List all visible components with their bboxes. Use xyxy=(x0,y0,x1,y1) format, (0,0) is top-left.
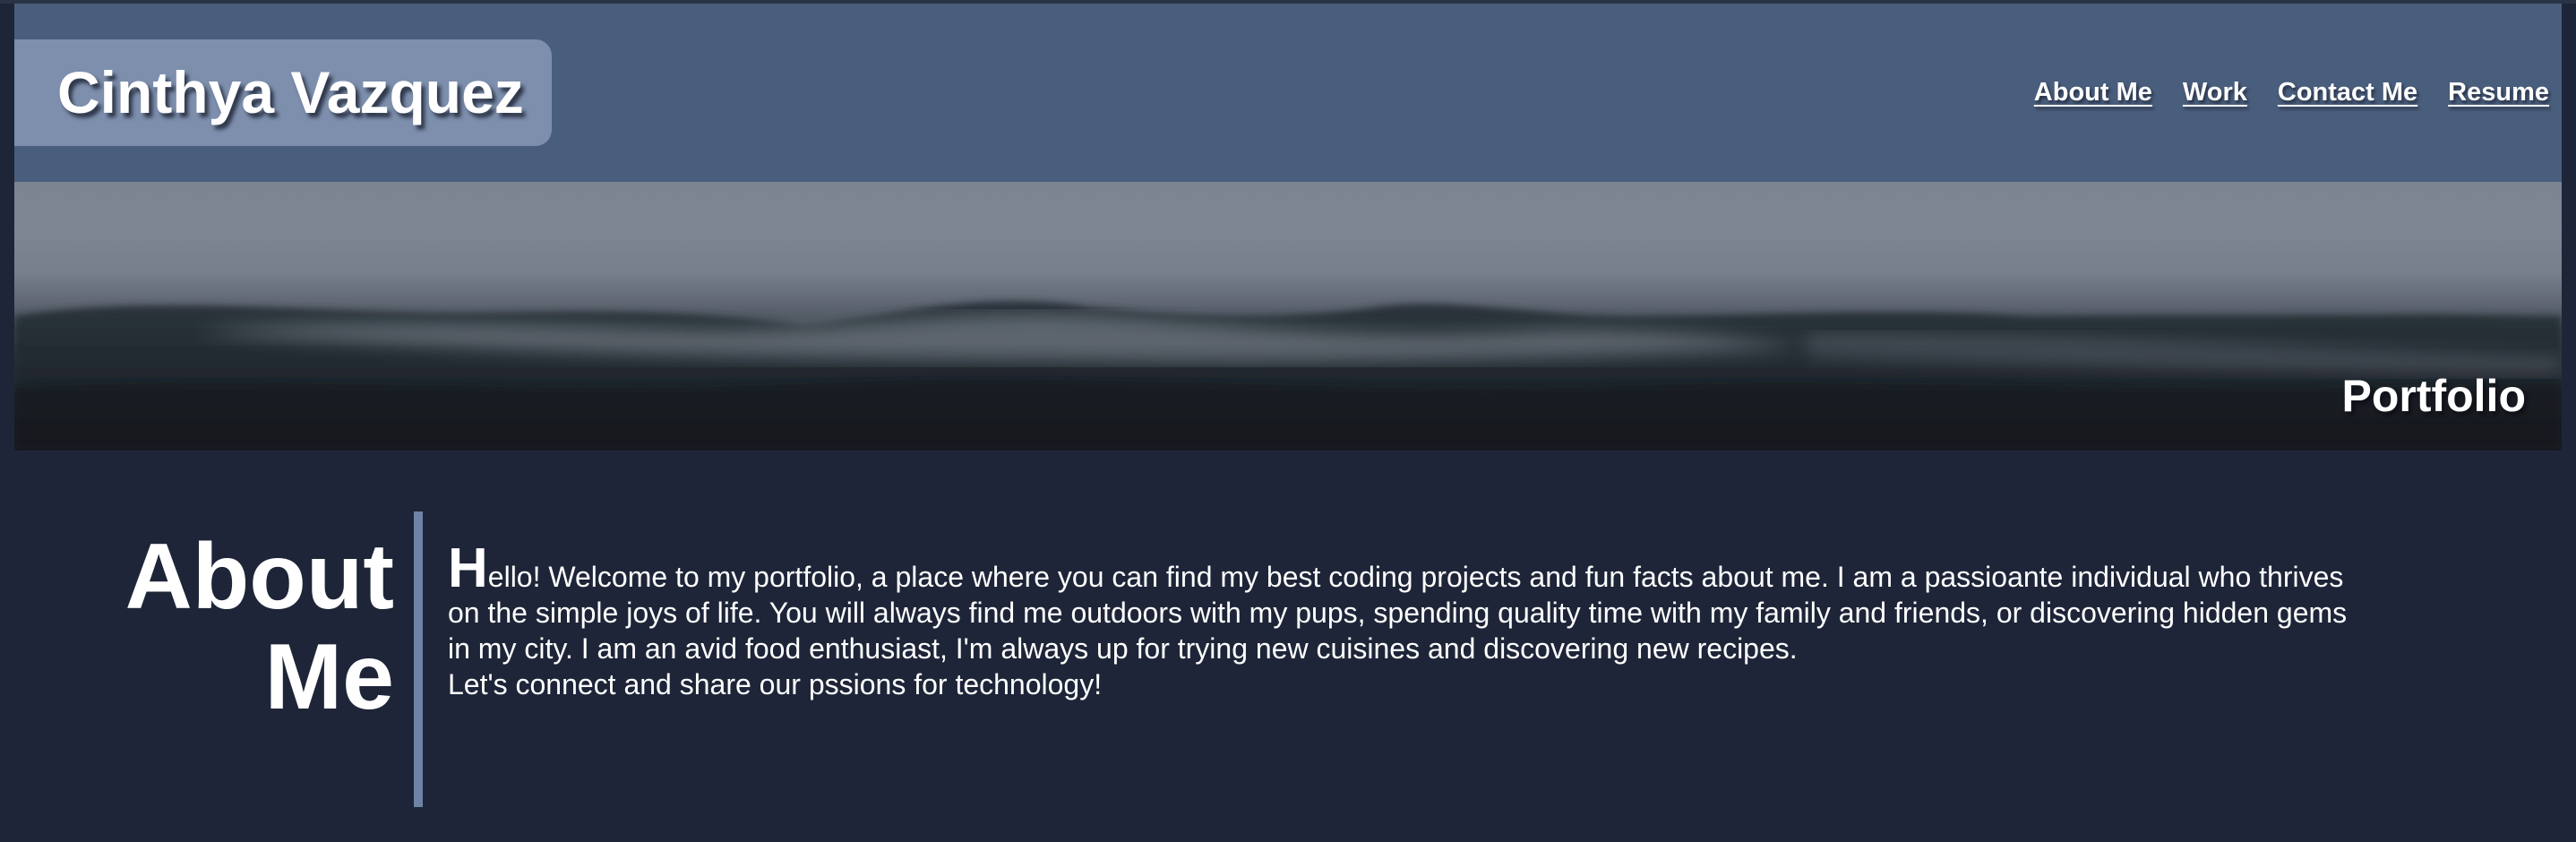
hero-banner: Portfolio xyxy=(14,182,2562,451)
about-heading-line1: About xyxy=(125,525,394,629)
about-text: Hello! Welcome to my portfolio, a place … xyxy=(448,541,2374,702)
about-paragraph-1-text: ello! Welcome to my portfolio, a place w… xyxy=(448,561,2348,665)
about-heading: About Me xyxy=(90,527,394,727)
about-divider xyxy=(414,511,423,807)
site-header: Cinthya Vazquez About Me Work Contact Me… xyxy=(14,4,2562,182)
main-nav: About Me Work Contact Me Resume xyxy=(2034,78,2549,107)
nav-link-work[interactable]: Work xyxy=(2183,78,2247,107)
hero-landscape-image xyxy=(14,301,2562,451)
nav-link-resume[interactable]: Resume xyxy=(2448,78,2549,107)
about-heading-line2: Me xyxy=(264,625,394,729)
about-dropcap: H xyxy=(448,537,488,599)
nav-link-contact-me[interactable]: Contact Me xyxy=(2278,78,2417,107)
nav-link-about-me[interactable]: About Me xyxy=(2034,78,2152,107)
name-badge: Cinthya Vazquez xyxy=(14,39,552,146)
about-paragraph-1: Hello! Welcome to my portfolio, a place … xyxy=(448,541,2374,666)
about-paragraph-2: Let's connect and share our pssions for … xyxy=(448,668,1103,700)
hero-label: Portfolio xyxy=(2341,371,2526,421)
site-title: Cinthya Vazquez xyxy=(57,59,524,125)
page: Cinthya Vazquez About Me Work Contact Me… xyxy=(0,0,2576,842)
